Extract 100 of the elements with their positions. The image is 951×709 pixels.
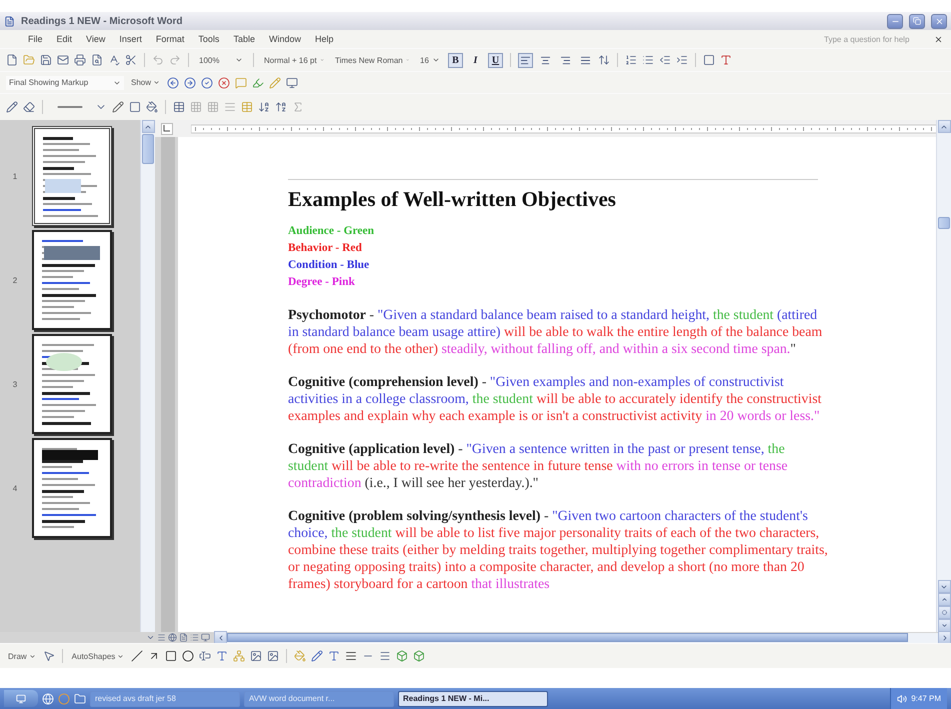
sort-descending-icon[interactable] xyxy=(275,101,287,113)
italic-button[interactable]: I xyxy=(468,52,483,68)
clip-art-icon[interactable] xyxy=(250,650,262,662)
picture-icon[interactable] xyxy=(267,650,280,662)
fill-color-icon[interactable] xyxy=(294,650,306,662)
normal-view-icon[interactable] xyxy=(157,633,166,642)
shading-icon[interactable] xyxy=(146,101,158,113)
style-dropdown[interactable]: Normal + 16 pt xyxy=(261,53,327,67)
table-icon[interactable] xyxy=(173,101,185,113)
start-button[interactable] xyxy=(4,690,38,707)
taskbar-button[interactable]: Readings 1 NEW - Mi... xyxy=(398,690,548,706)
align-left-button[interactable] xyxy=(518,52,533,68)
reading-layout-icon[interactable] xyxy=(201,633,210,642)
menu-item[interactable]: Edit xyxy=(56,34,72,44)
menu-item[interactable]: View xyxy=(86,34,106,44)
scroll-down-button[interactable] xyxy=(938,580,950,593)
show-menu-button[interactable]: Show xyxy=(129,78,162,87)
caret-icon[interactable] xyxy=(146,633,155,642)
print-preview-icon[interactable] xyxy=(91,54,103,66)
save-icon[interactable] xyxy=(40,54,52,66)
3d-style-icon[interactable] xyxy=(413,650,426,662)
font-color-icon[interactable] xyxy=(720,54,732,66)
draw-menu-button[interactable]: Draw xyxy=(6,652,38,660)
paragraph: Psychomotor - "Given a standard balance beam raised to a standard height, the student (attired in standard balance beam usage attire) will be able to walk the entire length of the balance beam (from one end to the other) steadily, without falling off, and within a six second time span." xyxy=(288,307,824,358)
next-page-button[interactable] xyxy=(938,619,950,632)
merge-cells-icon[interactable] xyxy=(190,101,202,113)
close-button[interactable] xyxy=(931,14,947,28)
page-thumbnail[interactable] xyxy=(32,230,112,330)
underline-button[interactable]: U xyxy=(488,52,503,68)
menu-item[interactable]: Table xyxy=(233,34,255,44)
thumbnail-scrollbar[interactable] xyxy=(140,120,155,632)
scroll-up-button[interactable] xyxy=(142,120,154,133)
line-color-icon[interactable] xyxy=(311,650,324,662)
web-layout-icon[interactable] xyxy=(168,633,177,642)
highlighter-icon[interactable] xyxy=(252,76,264,88)
border-color-icon[interactable] xyxy=(112,101,124,113)
outline-view-icon[interactable] xyxy=(190,633,199,642)
font-color-icon[interactable] xyxy=(328,650,340,662)
spelling-icon[interactable] xyxy=(108,54,120,66)
line-spacing-icon[interactable] xyxy=(598,54,610,66)
menu-item[interactable]: Help xyxy=(314,34,334,44)
minimize-button[interactable] xyxy=(887,14,903,28)
next-change-icon[interactable] xyxy=(184,76,196,88)
pencil-icon[interactable] xyxy=(269,76,282,88)
autoshapes-menu-button[interactable]: AutoShapes xyxy=(70,652,126,660)
font-size-dropdown[interactable]: 16 xyxy=(417,53,443,67)
reject-change-icon[interactable] xyxy=(218,76,230,88)
document-scrollbar[interactable] xyxy=(936,120,951,632)
scroll-up-button[interactable] xyxy=(938,120,950,133)
pointer-icon[interactable] xyxy=(42,650,55,662)
tab-stop-selector[interactable] xyxy=(161,122,173,134)
text-box-icon[interactable] xyxy=(199,650,212,662)
previous-change-icon[interactable] xyxy=(167,76,180,88)
border-icon[interactable] xyxy=(703,54,715,66)
display-markup-dropdown[interactable]: Final Showing Markup xyxy=(6,76,124,90)
cell-alignment-icon[interactable] xyxy=(224,101,236,113)
menu-item[interactable]: Tools xyxy=(198,34,220,44)
bold-button[interactable]: B xyxy=(448,52,463,68)
oval-icon[interactable] xyxy=(182,650,194,662)
restore-button[interactable] xyxy=(909,14,925,28)
scroll-thumb[interactable] xyxy=(938,217,950,229)
numbered-list-icon[interactable] xyxy=(625,54,637,66)
menu-item[interactable]: Insert xyxy=(119,34,142,44)
new-document-icon[interactable] xyxy=(6,54,18,66)
page-thumbnail[interactable] xyxy=(32,438,112,538)
print-layout-icon[interactable] xyxy=(179,633,188,642)
menu-item[interactable]: File xyxy=(28,34,43,44)
previous-page-button[interactable] xyxy=(938,593,950,606)
font-dropdown[interactable]: Times New Roman xyxy=(332,53,412,67)
page-thumbnail[interactable] xyxy=(32,126,112,226)
zoom-dropdown[interactable]: 100% xyxy=(196,53,246,67)
menu-item[interactable]: Window xyxy=(268,34,301,44)
menu-item[interactable]: Format xyxy=(156,34,184,44)
horizontal-scrollbar[interactable] xyxy=(214,632,951,642)
shadow-icon[interactable] xyxy=(396,650,408,662)
accept-change-icon[interactable] xyxy=(201,76,214,88)
border-icon[interactable] xyxy=(129,101,141,113)
page-thumbnail[interactable] xyxy=(32,334,112,434)
speaker-icon[interactable] xyxy=(897,694,908,704)
wordart-icon[interactable] xyxy=(216,650,228,662)
rectangle-icon[interactable] xyxy=(165,650,178,662)
draw-table-icon[interactable] xyxy=(6,101,18,113)
scroll-right-button[interactable] xyxy=(938,631,951,644)
help-search-field[interactable]: Type a question for help xyxy=(824,32,920,46)
split-cells-icon[interactable] xyxy=(207,101,219,113)
line-style-icon[interactable] xyxy=(345,650,358,662)
line-icon[interactable] xyxy=(131,650,144,662)
decrease-indent-icon[interactable] xyxy=(659,54,671,66)
increase-indent-icon[interactable] xyxy=(676,54,688,66)
scroll-left-button[interactable] xyxy=(214,631,227,644)
eraser-icon[interactable] xyxy=(23,101,35,113)
sort-ascending-icon[interactable] xyxy=(258,101,270,113)
reviewing-pane-icon[interactable] xyxy=(286,76,298,88)
globe-icon[interactable] xyxy=(42,692,54,704)
browse-object-button[interactable] xyxy=(938,606,950,619)
scissors-icon[interactable] xyxy=(125,54,137,66)
scroll-thumb[interactable] xyxy=(142,134,154,164)
close-icon[interactable] xyxy=(934,34,943,44)
mail-icon[interactable] xyxy=(57,54,69,66)
printer-icon[interactable] xyxy=(74,54,86,66)
